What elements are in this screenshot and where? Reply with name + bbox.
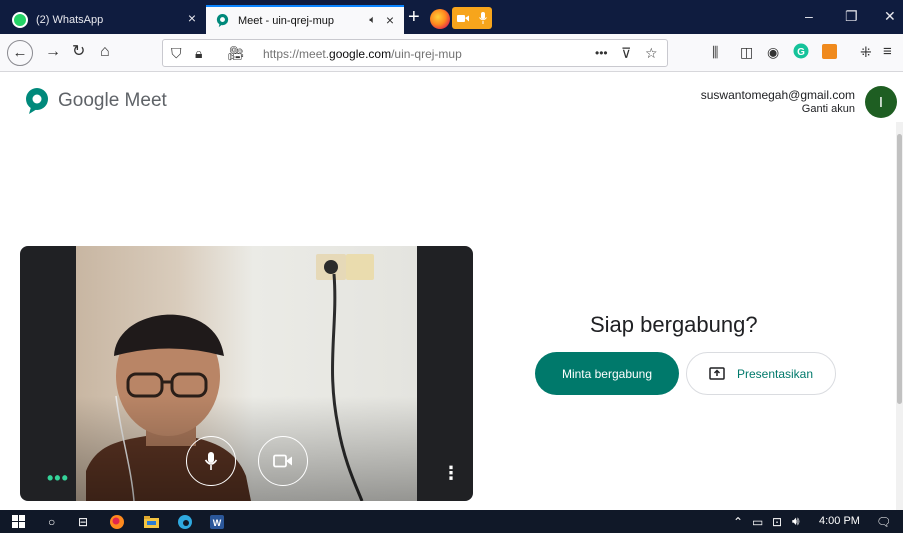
svg-text:W: W <box>213 518 222 528</box>
switch-account-link[interactable]: Ganti akun <box>802 103 855 115</box>
word-icon[interactable]: W <box>210 514 224 529</box>
microphone-icon <box>479 12 487 24</box>
video-effects-icon[interactable]: ••• <box>47 468 69 489</box>
url-text[interactable]: https://meet.google.com/uin-qrej-mup <box>263 47 462 61</box>
firefox-icon <box>430 9 450 29</box>
lock-icon[interactable]: 🔒︎ <box>195 45 202 62</box>
extensions-menu-icon[interactable]: ⁜ <box>860 42 872 62</box>
minimize-icon[interactable]: – <box>805 8 813 24</box>
meet-favicon-icon <box>215 13 230 28</box>
windows-taskbar: ○ ⊟ W ⌃ ▭ ⊡ 🔊︎ 4:00 PM 🗨︎ <box>0 510 903 533</box>
new-tab-icon[interactable]: + <box>408 7 420 27</box>
join-heading: Siap bergabung? <box>590 312 758 337</box>
tracking-shield-icon[interactable]: ⛉ <box>171 45 182 62</box>
bookmark-star-icon[interactable]: ☆ <box>645 45 658 62</box>
volume-icon[interactable]: 🔊︎ <box>792 514 800 529</box>
network-icon[interactable]: ▭ <box>752 514 763 529</box>
page-actions-icon[interactable]: ••• <box>595 46 608 60</box>
display-icon[interactable]: ⊡ <box>772 514 782 529</box>
camera-icon <box>457 14 469 22</box>
google-meet-logo-icon <box>25 88 49 119</box>
restore-icon[interactable]: ❐ <box>845 8 858 25</box>
brand-title: Google Meet <box>58 90 167 111</box>
notifications-icon[interactable]: 🗨︎ <box>876 514 891 529</box>
present-screen-icon <box>709 367 725 380</box>
address-bar[interactable]: ⛉ 🔒︎ 🎥︎ https://meet.google.com/uin-qrej… <box>162 39 668 67</box>
video-preview: ••• ⋮ <box>20 246 473 501</box>
camera-shade <box>76 396 417 501</box>
reload-icon[interactable]: ↻ <box>72 42 85 62</box>
svg-text:G: G <box>797 47 805 58</box>
sharing-indicator[interactable] <box>452 7 492 29</box>
back-button[interactable]: ← <box>7 40 33 66</box>
library-icon[interactable]: ⫼ <box>712 42 718 62</box>
permissions-icon[interactable]: 🎥︎ <box>227 45 245 62</box>
grammarly-icon[interactable]: G <box>793 43 809 65</box>
chevron-up-icon[interactable]: ⌃ <box>733 514 743 529</box>
camera-toggle-button[interactable] <box>258 436 308 486</box>
file-explorer-icon[interactable] <box>144 514 159 529</box>
account-email: suswantomegah@gmail.com <box>700 88 855 102</box>
search-icon[interactable]: ○ <box>48 514 55 529</box>
close-tab-icon[interactable]: × <box>188 11 196 25</box>
speaker-icon[interactable]: 🔈︎ <box>369 14 376 27</box>
hamburger-menu-icon[interactable]: ≡ <box>883 42 892 62</box>
edge-icon[interactable] <box>178 514 192 529</box>
close-tab-icon[interactable]: × <box>386 13 394 27</box>
close-window-icon[interactable]: ✕ <box>884 8 896 25</box>
microphone-icon <box>204 452 218 470</box>
pocket-icon[interactable]: ⊽ <box>621 45 631 62</box>
camera-feed <box>76 246 417 501</box>
microphone-toggle-button[interactable] <box>186 436 236 486</box>
camera-icon <box>273 454 292 468</box>
scrollbar-thumb[interactable] <box>897 134 902 404</box>
task-view-icon[interactable]: ⊟ <box>78 514 88 529</box>
home-icon[interactable]: ⌂ <box>100 42 110 62</box>
windows-start-icon[interactable] <box>12 514 25 529</box>
ask-to-join-label: Minta bergabung <box>561 366 653 381</box>
forward-icon[interactable]: → <box>45 42 61 62</box>
ask-to-join-button[interactable]: Minta bergabung <box>535 352 679 395</box>
present-label: Presentasikan <box>736 366 814 381</box>
whatsapp-icon <box>12 11 28 28</box>
account-icon[interactable]: ◉ <box>767 42 779 62</box>
extension-icon[interactable] <box>822 44 837 65</box>
navigation-toolbar: ← → ↻ ⌂ ⛉ 🔒︎ 🎥︎ https://meet.google.com/… <box>0 34 903 72</box>
avatar[interactable]: I <box>865 86 897 118</box>
tab-whatsapp[interactable]: (2) WhatsApp × <box>6 5 206 34</box>
firefox-taskbar-icon[interactable] <box>110 514 124 529</box>
tab-title: (2) WhatsApp <box>36 13 104 26</box>
tab-meet[interactable]: Meet - uin-qrej-mup 🔈︎ × <box>206 5 404 34</box>
tab-strip: (2) WhatsApp × Meet - uin-qrej-mup 🔈︎ × … <box>0 0 903 34</box>
present-button[interactable]: Presentasikan <box>686 352 836 395</box>
more-options-icon[interactable]: ⋮ <box>442 464 460 482</box>
sidebar-icon[interactable]: ◫ <box>740 42 753 62</box>
tab-title: Meet - uin-qrej-mup <box>238 14 334 27</box>
taskbar-clock[interactable]: 4:00 PM <box>819 515 860 527</box>
